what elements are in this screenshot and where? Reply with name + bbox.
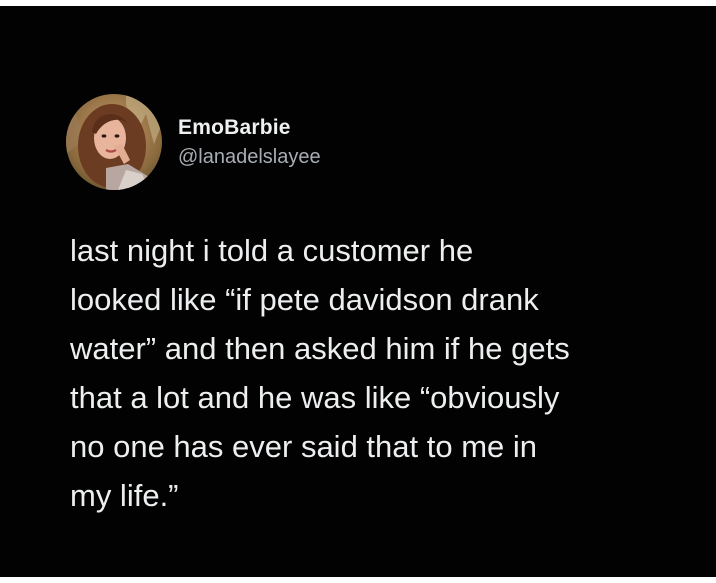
- tweet-text-line: no one has ever said that to me in: [70, 429, 538, 464]
- tweet-text-line: my life.”: [70, 478, 179, 513]
- tweet-body: last night i told a customer he looked l…: [70, 226, 700, 520]
- display-name[interactable]: EmoBarbie: [178, 114, 321, 142]
- avatar[interactable]: [66, 94, 162, 190]
- tweet-author: EmoBarbie @lanadelslayee: [178, 114, 321, 170]
- tweet-header: EmoBarbie @lanadelslayee: [66, 94, 321, 190]
- user-handle[interactable]: @lanadelslayee: [178, 144, 321, 170]
- tweet-card: EmoBarbie @lanadelslayee last night i to…: [0, 6, 716, 577]
- tweet-text-line: last night i told a customer he: [70, 233, 474, 268]
- tweet-text-line: that a lot and he was like “obviously: [70, 380, 560, 415]
- tweet-text-line: looked like “if pete davidson drank: [70, 282, 539, 317]
- tweet-text-line: water” and then asked him if he gets: [70, 331, 570, 366]
- profile-photo-icon: [66, 94, 162, 190]
